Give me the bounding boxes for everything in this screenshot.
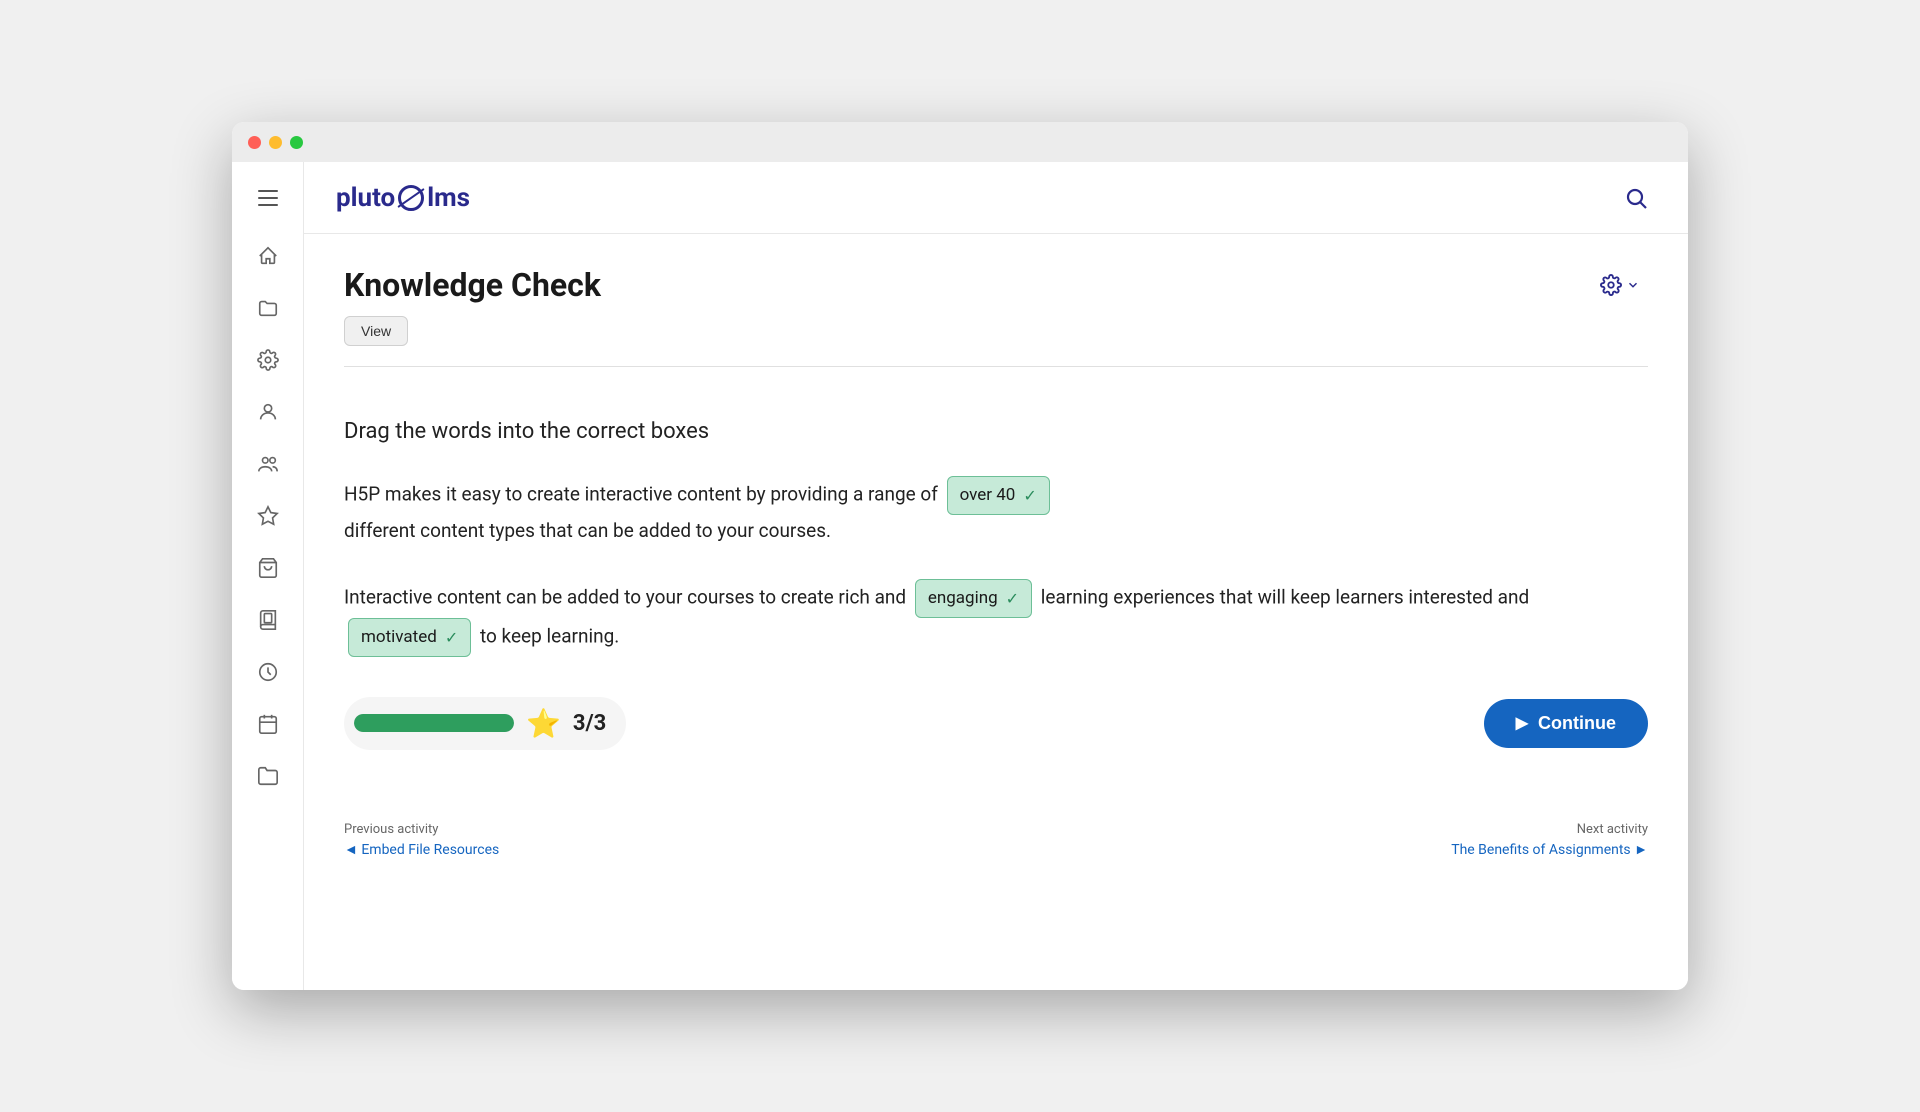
titlebar	[232, 122, 1688, 162]
check-icon-2: ✓	[1006, 585, 1019, 612]
play-icon: ▶	[1516, 713, 1528, 733]
previous-activity-label: Previous activity	[344, 822, 499, 837]
progress-bar-fill	[354, 714, 514, 732]
next-activity-group: Next activity The Benefits of Assignment…	[1451, 822, 1648, 858]
sidebar-item-group[interactable]	[246, 442, 290, 486]
hamburger-menu-button[interactable]	[248, 178, 288, 218]
score-text: 3/3	[573, 711, 606, 736]
sentence2-after: to keep learning.	[480, 625, 619, 648]
page-title: Knowledge Check	[344, 266, 601, 304]
sentence2-middle: learning experiences that will keep lear…	[1041, 586, 1529, 609]
next-activity-label: Next activity	[1451, 822, 1648, 837]
exercise-area: Drag the words into the correct boxes H5…	[344, 399, 1648, 878]
sentence1-before: H5P makes it easy to create interactive …	[344, 482, 938, 505]
sidebar-item-home[interactable]	[246, 234, 290, 278]
divider	[344, 366, 1648, 367]
score-left-panel: ⭐ 3/3	[344, 697, 626, 750]
logo-text-pluto: pluto	[336, 183, 395, 213]
continue-button[interactable]: ▶ Continue	[1484, 699, 1648, 748]
sidebar-item-folder2[interactable]	[246, 754, 290, 798]
filled-word-1: over 40 ✓	[947, 476, 1050, 515]
page-header: Knowledge Check	[344, 266, 1648, 304]
check-icon-1: ✓	[1023, 482, 1036, 509]
sentence-block-1: H5P makes it easy to create interactive …	[344, 476, 1648, 547]
maximize-button[interactable]	[290, 136, 303, 149]
app-header: pluto lms	[304, 162, 1688, 234]
view-button[interactable]: View	[344, 316, 408, 346]
word1-text: over 40	[960, 481, 1016, 510]
sidebar-item-user[interactable]	[246, 390, 290, 434]
word3-text: motivated	[361, 623, 437, 652]
content-area: Knowledge Check View	[304, 234, 1688, 990]
logo-text-lms: lms	[427, 183, 470, 213]
sidebar-item-settings[interactable]	[246, 338, 290, 382]
score-area: ⭐ 3/3 ▶ Continue	[344, 697, 1648, 750]
filled-word-2: engaging ✓	[915, 579, 1032, 618]
sidebar-item-book[interactable]	[246, 598, 290, 642]
progress-bar	[354, 714, 514, 732]
sentence2-before: Interactive content can be added to your…	[344, 586, 906, 609]
previous-activity-group: Previous activity ◄ Embed File Resources	[344, 822, 499, 858]
minimize-button[interactable]	[269, 136, 282, 149]
sidebar-item-folder[interactable]	[246, 286, 290, 330]
previous-activity-link[interactable]: ◄ Embed File Resources	[344, 841, 499, 858]
settings-gear-button[interactable]	[1592, 266, 1648, 304]
search-button[interactable]	[1616, 178, 1656, 218]
star-icon: ⭐	[526, 707, 561, 740]
sidebar-item-favorites[interactable]	[246, 494, 290, 538]
sidebar-item-clock[interactable]	[246, 650, 290, 694]
sidebar	[232, 162, 304, 990]
sidebar-item-bag[interactable]	[246, 546, 290, 590]
logo[interactable]: pluto lms	[336, 183, 470, 213]
logo-orbit-icon	[398, 185, 424, 211]
continue-label: Continue	[1538, 713, 1616, 734]
sidebar-item-calendar[interactable]	[246, 702, 290, 746]
instruction-text: Drag the words into the correct boxes	[344, 419, 1648, 444]
bottom-nav: Previous activity ◄ Embed File Resources…	[344, 798, 1648, 858]
next-activity-link[interactable]: The Benefits of Assignments ►	[1451, 841, 1648, 858]
filled-word-3: motivated ✓	[348, 618, 471, 657]
word2-text: engaging	[928, 584, 998, 613]
sentence1-after: different content types that can be adde…	[344, 519, 831, 542]
sentence-block-2: Interactive content can be added to your…	[344, 579, 1648, 657]
close-button[interactable]	[248, 136, 261, 149]
check-icon-3: ✓	[445, 624, 458, 651]
